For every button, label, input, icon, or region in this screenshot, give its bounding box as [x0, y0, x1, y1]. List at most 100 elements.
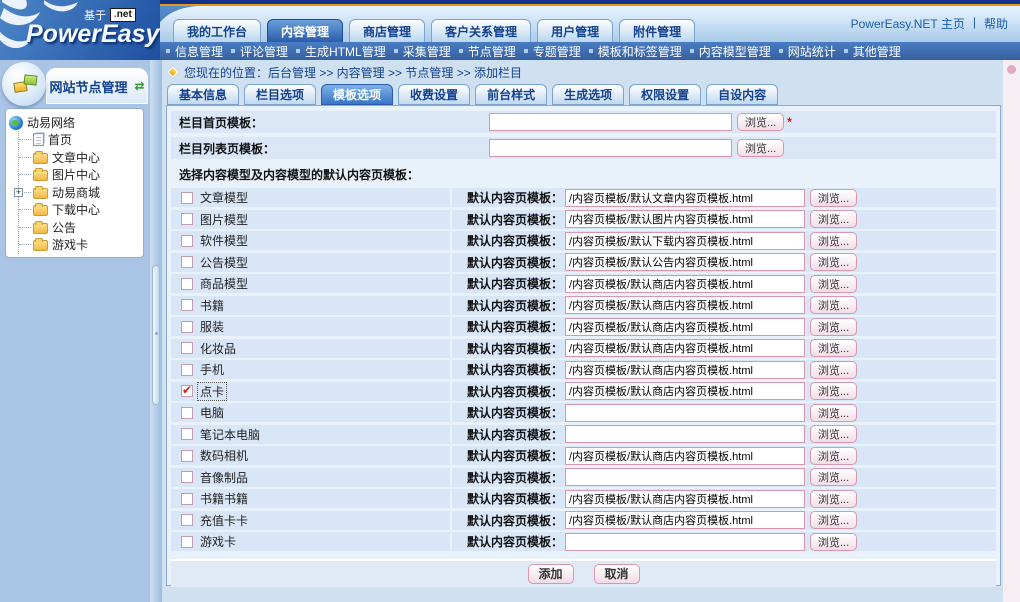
- main-nav-tab[interactable]: 我的工作台: [173, 19, 261, 42]
- browse-button[interactable]: 浏览...: [810, 382, 857, 400]
- subnav-item[interactable]: 内容模型管理: [685, 43, 771, 60]
- main-nav-tab[interactable]: 用户管理: [537, 19, 613, 42]
- browse-button[interactable]: 浏览...: [810, 189, 857, 207]
- tree-item[interactable]: 文章中心: [19, 149, 140, 167]
- browse-button[interactable]: 浏览...: [810, 425, 857, 443]
- settings-tab[interactable]: 生成选项: [552, 84, 624, 105]
- model-checkbox[interactable]: [181, 256, 193, 268]
- model-template-input[interactable]: [565, 361, 805, 379]
- model-checkbox[interactable]: [181, 235, 193, 247]
- model-template-input[interactable]: [565, 468, 805, 486]
- browse-button[interactable]: 浏览...: [810, 468, 857, 486]
- model-checkbox[interactable]: [181, 450, 193, 462]
- main-nav-tab[interactable]: 客户关系管理: [431, 19, 531, 42]
- browse-button[interactable]: 浏览...: [810, 511, 857, 529]
- browse-button[interactable]: 浏览...: [810, 318, 857, 336]
- template-path-input[interactable]: [489, 113, 732, 131]
- model-name[interactable]: 服装: [198, 318, 226, 335]
- model-template-input[interactable]: [565, 404, 805, 422]
- settings-tab[interactable]: 权限设置: [629, 84, 701, 105]
- tree-item[interactable]: + 动易商城: [19, 184, 140, 202]
- tree-item[interactable]: 游戏卡: [19, 236, 140, 254]
- model-checkbox[interactable]: [181, 385, 193, 397]
- model-name[interactable]: 书籍书籍: [198, 490, 250, 507]
- settings-tab[interactable]: 模板选项: [321, 84, 393, 105]
- main-nav-tab[interactable]: 内容管理: [267, 19, 343, 42]
- model-template-input[interactable]: [565, 339, 805, 357]
- model-template-input[interactable]: [565, 447, 805, 465]
- model-name[interactable]: 数码相机: [198, 447, 250, 464]
- model-template-input[interactable]: [565, 189, 805, 207]
- subnav-item[interactable]: 生成HTML管理: [291, 43, 386, 60]
- add-button[interactable]: 添加: [528, 564, 574, 584]
- subnav-item[interactable]: 信息管理: [161, 43, 223, 60]
- model-name[interactable]: 商品模型: [198, 275, 250, 292]
- model-checkbox[interactable]: [181, 342, 193, 354]
- model-checkbox[interactable]: [181, 514, 193, 526]
- browse-button[interactable]: 浏览...: [810, 490, 857, 508]
- model-name[interactable]: 软件模型: [198, 232, 250, 249]
- settings-tab[interactable]: 栏目选项: [244, 84, 316, 105]
- model-name[interactable]: 化妆品: [198, 340, 238, 357]
- help-link[interactable]: 帮助: [984, 15, 1008, 32]
- subnav-item[interactable]: 采集管理: [389, 43, 451, 60]
- tree-root-node[interactable]: 动易网络: [9, 114, 140, 131]
- browse-button[interactable]: 浏览...: [810, 533, 857, 551]
- refresh-icon[interactable]: ⇄: [134, 79, 144, 93]
- tree-item[interactable]: 图片中心: [19, 166, 140, 184]
- settings-tab[interactable]: 自设内容: [706, 84, 778, 105]
- model-template-input[interactable]: [565, 490, 805, 508]
- model-template-input[interactable]: [565, 210, 805, 228]
- panel-splitter[interactable]: [150, 60, 162, 602]
- model-template-input[interactable]: [565, 275, 805, 293]
- subnav-item[interactable]: 节点管理: [454, 43, 516, 60]
- model-checkbox[interactable]: [181, 493, 193, 505]
- subnav-item[interactable]: 评论管理: [226, 43, 288, 60]
- main-nav-tab[interactable]: 商店管理: [349, 19, 425, 42]
- browse-button[interactable]: 浏览...: [810, 339, 857, 357]
- home-link[interactable]: PowerEasy.NET 主页: [851, 15, 965, 32]
- browse-button[interactable]: 浏览...: [810, 253, 857, 271]
- model-name[interactable]: 文章模型: [198, 189, 250, 206]
- browse-button[interactable]: 浏览...: [810, 210, 857, 228]
- model-name[interactable]: 手机: [198, 361, 226, 378]
- browse-button[interactable]: 浏览...: [737, 113, 784, 131]
- model-name[interactable]: 点卡: [198, 383, 226, 400]
- browse-button[interactable]: 浏览...: [810, 361, 857, 379]
- model-name[interactable]: 书籍: [198, 297, 226, 314]
- model-checkbox[interactable]: [181, 278, 193, 290]
- model-checkbox[interactable]: [181, 192, 193, 204]
- model-checkbox[interactable]: [181, 428, 193, 440]
- browse-button[interactable]: 浏览...: [810, 232, 857, 250]
- main-nav-tab[interactable]: 附件管理: [619, 19, 695, 42]
- settings-tab[interactable]: 基本信息: [167, 84, 239, 105]
- cancel-button[interactable]: 取消: [594, 564, 640, 584]
- model-checkbox[interactable]: [181, 364, 193, 376]
- browse-button[interactable]: 浏览...: [810, 447, 857, 465]
- tree-item[interactable]: 公告: [19, 219, 140, 237]
- model-checkbox[interactable]: [181, 321, 193, 333]
- browse-button[interactable]: 浏览...: [810, 275, 857, 293]
- subnav-item[interactable]: 专题管理: [519, 43, 581, 60]
- model-checkbox[interactable]: [181, 213, 193, 225]
- tree-item[interactable]: 首页: [19, 131, 140, 149]
- model-name[interactable]: 电脑: [198, 404, 226, 421]
- model-checkbox[interactable]: [181, 471, 193, 483]
- model-template-input[interactable]: [565, 533, 805, 551]
- settings-tab[interactable]: 前台样式: [475, 84, 547, 105]
- right-scroll-gutter[interactable]: [1003, 60, 1020, 602]
- model-name[interactable]: 游戏卡: [198, 533, 238, 550]
- browse-button[interactable]: 浏览...: [810, 404, 857, 422]
- settings-tab[interactable]: 收费设置: [398, 84, 470, 105]
- model-name[interactable]: 笔记本电脑: [198, 426, 262, 443]
- model-name[interactable]: 公告模型: [198, 254, 250, 271]
- expand-icon[interactable]: +: [14, 188, 23, 197]
- browse-button[interactable]: 浏览...: [737, 139, 784, 157]
- model-template-input[interactable]: [565, 425, 805, 443]
- model-template-input[interactable]: [565, 296, 805, 314]
- model-checkbox[interactable]: [181, 536, 193, 548]
- subnav-item[interactable]: 其他管理: [839, 43, 901, 60]
- model-name[interactable]: 音像制品: [198, 469, 250, 486]
- tree-item[interactable]: 下载中心: [19, 201, 140, 219]
- model-checkbox[interactable]: [181, 299, 193, 311]
